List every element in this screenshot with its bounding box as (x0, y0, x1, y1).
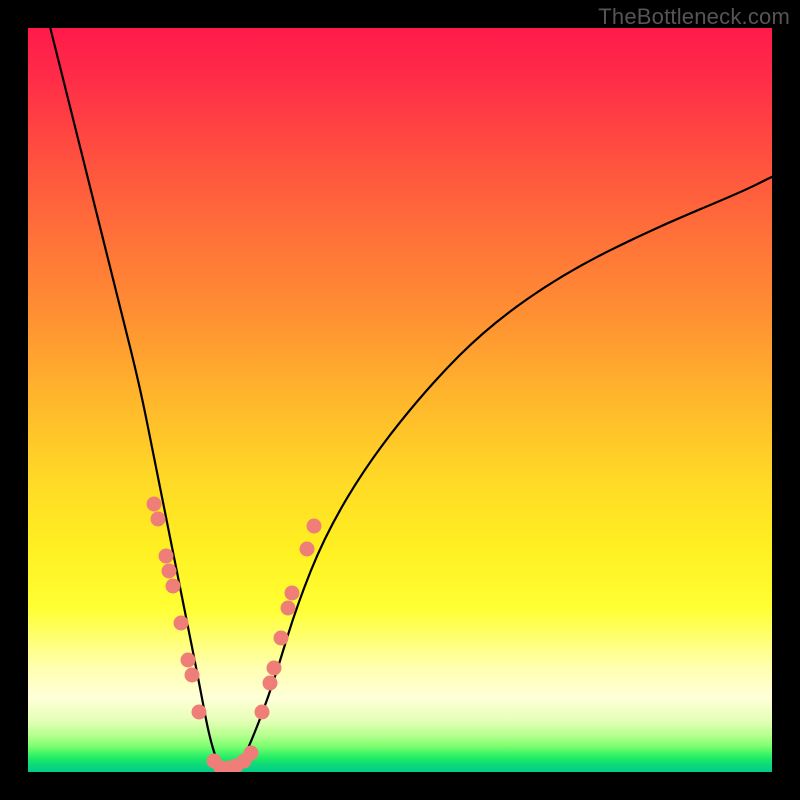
data-point (236, 753, 251, 768)
data-point (300, 541, 315, 556)
curve-path (50, 28, 772, 772)
data-point (255, 705, 270, 720)
data-point (162, 564, 177, 579)
data-point (147, 497, 162, 512)
chart-frame: TheBottleneck.com (0, 0, 800, 800)
data-point (214, 761, 229, 772)
data-point (244, 746, 259, 761)
data-point (307, 519, 322, 534)
data-point (262, 675, 277, 690)
data-point (173, 616, 188, 631)
data-point (158, 549, 173, 564)
data-point (180, 653, 195, 668)
data-point (221, 761, 236, 772)
bottleneck-curve (28, 28, 772, 772)
plot-area (28, 28, 772, 772)
data-point (192, 705, 207, 720)
data-point (266, 660, 281, 675)
data-point (273, 631, 288, 646)
data-point (229, 759, 244, 772)
data-point (166, 579, 181, 594)
data-point (184, 668, 199, 683)
data-point (207, 753, 222, 768)
data-point (151, 512, 166, 527)
data-point (285, 586, 300, 601)
attribution-text: TheBottleneck.com (598, 4, 790, 30)
data-point (281, 601, 296, 616)
